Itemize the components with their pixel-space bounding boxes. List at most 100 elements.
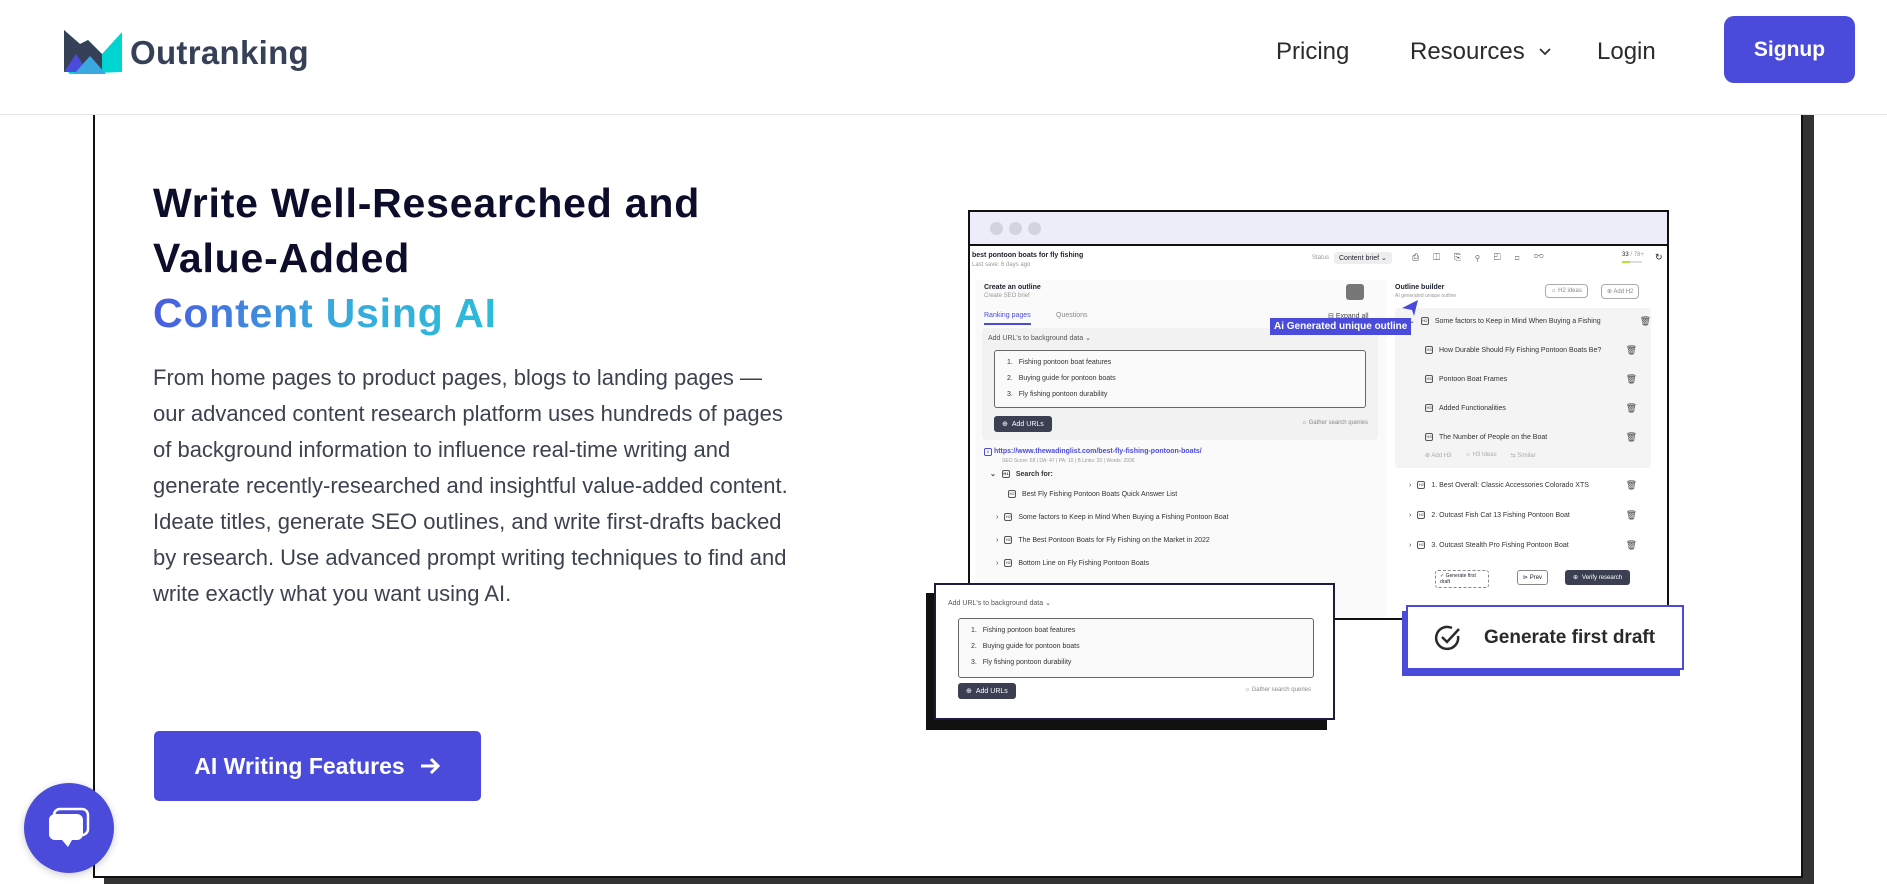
add-urls-label: Add URLs bbox=[1011, 420, 1044, 428]
hero-title: Write Well-Researched and Value-Added Co… bbox=[153, 176, 700, 341]
query-list[interactable]: 1. Fishing pontoon boat features 2. Buyi… bbox=[958, 618, 1314, 678]
outline-builder-pane: Outline builder AI generated unique outl… bbox=[1395, 280, 1665, 618]
outline-h2-row[interactable]: ⌄ H2 Some factors to Keep in Mind When Bu… bbox=[1409, 308, 1665, 334]
hero-description: From home pages to product pages, blogs … bbox=[153, 365, 788, 606]
refresh-icon[interactable]: ↻ bbox=[1655, 252, 1663, 263]
status-label: Status bbox=[1312, 255, 1330, 261]
heading-row[interactable]: › H2 The Best Pontoon Boats for Fly Fishi… bbox=[996, 536, 1210, 544]
nav-resources-label: Resources bbox=[1410, 38, 1525, 65]
window-dot bbox=[990, 221, 1003, 235]
query-item: 1. Fishing pontoon boat features bbox=[971, 627, 1076, 634]
search-for-toggle[interactable]: ⌄ H1 Search for: bbox=[990, 470, 1053, 478]
chevron-down-icon bbox=[1539, 48, 1551, 56]
window-titlebar bbox=[970, 212, 1667, 246]
gather-queries-button[interactable]: ☼ Gather search queries bbox=[1244, 687, 1311, 693]
arrow-right-icon bbox=[420, 757, 440, 775]
tab-ranking-pages[interactable]: Ranking pages bbox=[984, 312, 1031, 325]
gear-icon[interactable] bbox=[1346, 284, 1364, 300]
query-list[interactable]: 1. Fishing pontoon boat features 2. Buyi… bbox=[994, 350, 1366, 408]
query-item: 1. Fishing pontoon boat features bbox=[1007, 359, 1112, 366]
logo-icon bbox=[64, 30, 122, 74]
add-urls-dropdown-label: Add URL's to background data bbox=[988, 335, 1084, 342]
score-target: / 78+ bbox=[1630, 252, 1644, 258]
logo[interactable]: Outranking bbox=[62, 28, 309, 78]
h3-ideas-button[interactable]: ☼ H3 Ideas bbox=[1465, 452, 1496, 459]
chat-widget-button[interactable] bbox=[24, 783, 114, 873]
doc-title: best pontoon boats for fly fishing bbox=[972, 252, 1084, 259]
result-url-link[interactable]: 1 https://www.thewadinglist.com/best-fly… bbox=[984, 448, 1202, 456]
h1-icon: H1 bbox=[1001, 470, 1010, 478]
outline-title: Outline builder bbox=[1395, 284, 1445, 291]
ai-writing-features-button[interactable]: AI Writing Features bbox=[154, 731, 481, 801]
outline-h3-row[interactable]: H3 Pontoon Boat Frames 🗑 bbox=[1425, 366, 1651, 392]
add-h3-button[interactable]: ⊕ Add H3 bbox=[1425, 452, 1451, 459]
similar-button[interactable]: ⇆ Similar bbox=[1511, 452, 1536, 459]
window-dot bbox=[1009, 221, 1022, 235]
generate-first-draft-small-button[interactable]: ✓ Generate first draft bbox=[1435, 570, 1489, 588]
app-mockup-window: best pontoon boats for fly fishing Last … bbox=[968, 210, 1669, 620]
status-dropdown[interactable]: Content brief ⌄ bbox=[1334, 252, 1392, 264]
trash-icon[interactable]: 🗑 bbox=[1626, 540, 1637, 551]
site-header: Outranking Pricing Resources Login Signu… bbox=[0, 0, 1887, 115]
h2-ideas-button[interactable]: ☼ H2 ideas bbox=[1545, 284, 1588, 298]
heading-row[interactable]: › H2 Some factors to Keep in Mind When Bu… bbox=[996, 513, 1228, 521]
gather-queries-label: Gather search queries bbox=[1308, 420, 1368, 426]
last-save: Last save: 6 days ago bbox=[972, 262, 1031, 268]
add-urls-button[interactable]: ⊕ Add URLs bbox=[994, 416, 1052, 432]
result-meta: SEO Score: 68 | DA: 47 | PA: 10 | B.Link… bbox=[1002, 458, 1135, 464]
add-urls-button[interactable]: ⊕ Add URLs bbox=[958, 683, 1016, 699]
prev-button[interactable]: ⊳ Prev bbox=[1517, 570, 1549, 585]
h2-group: ⌄ H2 Some factors to Keep in Mind When Bu… bbox=[1395, 308, 1651, 468]
hero-title-highlight: Content Using AI bbox=[153, 290, 497, 336]
toolbar-icons[interactable]: ⎙◫⎘⚲◰◻⚯ bbox=[1412, 252, 1558, 263]
trash-icon[interactable]: 🗑 bbox=[1626, 480, 1637, 491]
nav-login[interactable]: Login bbox=[1597, 38, 1656, 66]
ai-generated-tag: Ai Generated unique outline bbox=[1270, 318, 1412, 335]
heading-row[interactable]: H2 Best Fly Fishing Pontoon Boats Quick A… bbox=[1008, 490, 1177, 498]
nav-pricing[interactable]: Pricing bbox=[1276, 38, 1349, 66]
outline-h3-row[interactable]: H3 Added Functionalities 🗑 bbox=[1425, 395, 1651, 421]
h2-icon: H2 bbox=[1004, 559, 1013, 567]
trash-icon[interactable]: 🗑 bbox=[1640, 316, 1651, 327]
outline-h2-row[interactable]: › H2 2. Outcast Fish Cat 13 Fishing Ponto… bbox=[1409, 502, 1651, 528]
outline-h2-row[interactable]: › H2 1. Best Overall: Classic Accessories… bbox=[1409, 472, 1651, 498]
search-for-label: Search for: bbox=[1015, 470, 1053, 478]
background-data-box: Add URL's to background data ⌄ 1. Fishin… bbox=[982, 328, 1378, 440]
add-urls-dropdown[interactable]: Add URL's to background data ⌄ bbox=[948, 599, 1051, 607]
hero-title-line2: Value-Added bbox=[153, 235, 411, 281]
outline-h3-row[interactable]: H3 How Durable Should Fly Fishing Pontoon… bbox=[1425, 337, 1651, 363]
cta-label: AI Writing Features bbox=[194, 752, 405, 779]
verify-research-button[interactable]: ⊕ Verify research bbox=[1565, 570, 1631, 585]
trash-icon[interactable]: 🗑 bbox=[1626, 510, 1637, 521]
outline-h3-row[interactable]: H3 The Number of People on the Boat 🗑 bbox=[1425, 424, 1651, 450]
h2-icon: H2 bbox=[1004, 536, 1013, 544]
trash-icon[interactable]: 🗑 bbox=[1626, 374, 1637, 385]
pane-title: Create an outline bbox=[984, 284, 1041, 291]
logo-text: Outranking bbox=[130, 34, 310, 71]
add-h2-button[interactable]: ⊕ Add H2 bbox=[1601, 284, 1640, 299]
outline-h2-row[interactable]: › H2 3. Outcast Stealth Pro Fishing Ponto… bbox=[1409, 532, 1651, 558]
h2-icon: H2 bbox=[1004, 513, 1013, 521]
background-data-popup: Add URL's to background data ⌄ 1. Fishin… bbox=[934, 583, 1335, 720]
tab-questions[interactable]: Questions bbox=[1056, 312, 1088, 319]
h3-actions: ⊕ Add H3 ☼ H3 Ideas ⇆ Similar bbox=[1425, 452, 1536, 459]
query-item: 3. Fly fishing pontoon durability bbox=[971, 659, 1072, 666]
check-circle-icon bbox=[1434, 625, 1460, 650]
chat-bubble-icon bbox=[49, 807, 90, 847]
score-readout: 33 / 78+ bbox=[1622, 252, 1644, 263]
pane-subtitle: Create SEO brief bbox=[984, 293, 1030, 299]
query-item: 2. Buying guide for pontoon boats bbox=[971, 643, 1080, 650]
gather-queries-button[interactable]: ☼ Gather search queries bbox=[1301, 420, 1368, 426]
status-value: Content brief bbox=[1339, 255, 1380, 262]
window-dot bbox=[1028, 221, 1041, 235]
doc-header: best pontoon boats for fly fishing Last … bbox=[972, 252, 1667, 274]
trash-icon[interactable]: 🗑 bbox=[1626, 403, 1637, 414]
score-value: 33 bbox=[1622, 252, 1629, 258]
signup-button[interactable]: Signup bbox=[1724, 16, 1855, 83]
heading-row[interactable]: › H2 Bottom Line on Fly Fishing Pontoon B… bbox=[996, 559, 1149, 567]
trash-icon[interactable]: 🗑 bbox=[1626, 345, 1637, 356]
trash-icon[interactable]: 🗑 bbox=[1626, 432, 1637, 443]
generate-first-draft-callout[interactable]: Generate first draft bbox=[1406, 605, 1684, 670]
nav-resources[interactable]: Resources bbox=[1410, 38, 1551, 66]
add-urls-dropdown[interactable]: Add URL's to background data ⌄ bbox=[988, 334, 1091, 342]
